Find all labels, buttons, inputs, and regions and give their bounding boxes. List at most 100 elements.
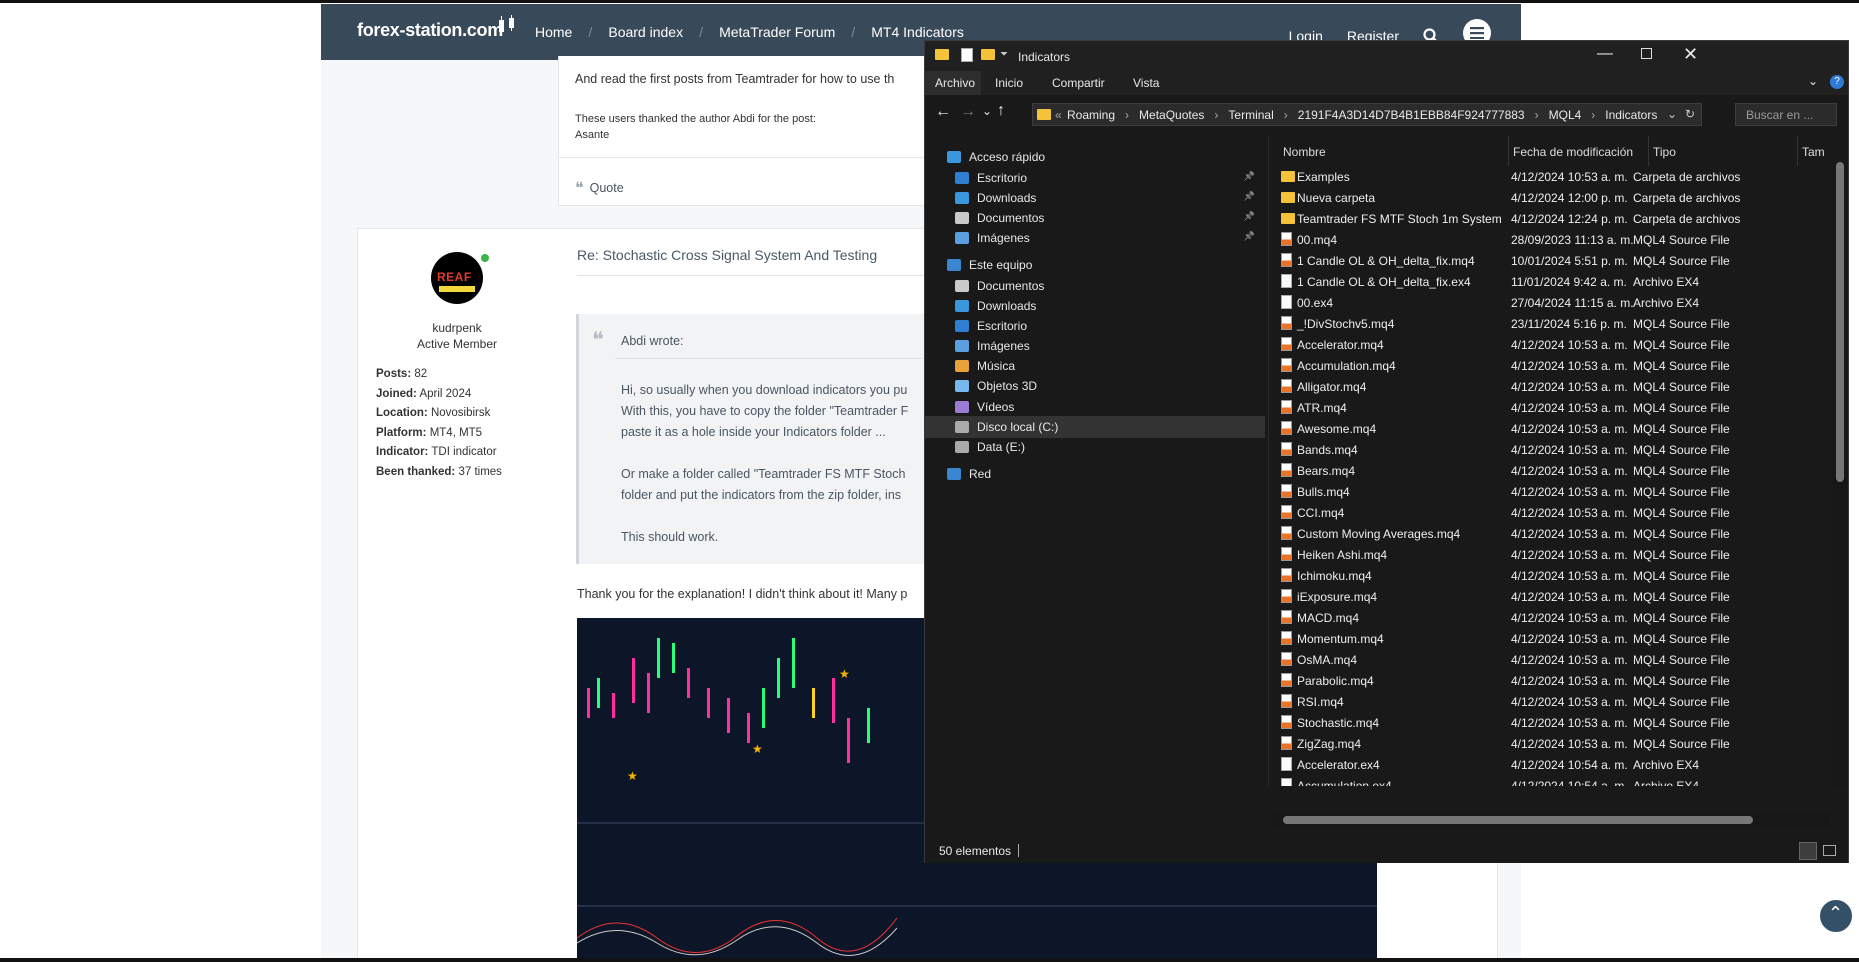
up-arrow-icon[interactable]: ↑: [997, 102, 1005, 120]
file-row[interactable]: Awesome.mq4 4/12/2024 10:53 a. m. MQL4 Sou…: [1281, 418, 1821, 439]
file-row[interactable]: Accelerator.ex4 4/12/2024 10:54 a. m. Arch…: [1281, 754, 1821, 775]
crumb-hash[interactable]: 2191F4A3D14D7B4B1EBB84F924777883: [1298, 108, 1525, 122]
scroll-to-top-button[interactable]: ⌃: [1818, 898, 1854, 934]
horizontal-scrollbar[interactable]: [1273, 813, 1830, 827]
nav-item-escritorio[interactable]: Escritorio: [925, 315, 1265, 337]
file-row[interactable]: Accelerator.mq4 4/12/2024 10:53 a. m. MQL4…: [1281, 334, 1821, 355]
qa-properties-icon[interactable]: [961, 48, 973, 62]
column-tamano[interactable]: Tam: [1797, 136, 1825, 166]
nav-item-imágenes[interactable]: Imágenes: [925, 335, 1265, 357]
nav-item-data-e-[interactable]: Data (E:): [925, 436, 1265, 458]
pin-icon[interactable]: 📌: [1244, 231, 1255, 242]
tab-archivo[interactable]: Archivo: [925, 71, 981, 95]
nav-item-vídeos[interactable]: Vídeos: [925, 396, 1265, 418]
file-row[interactable]: _!DivStochv5.mq4 23/11/2024 5:16 p. m. MQL…: [1281, 313, 1821, 334]
file-row[interactable]: iExposure.mq4 4/12/2024 10:53 a. m. MQL4 S…: [1281, 586, 1821, 607]
nav-item-acceso-rápido[interactable]: Acceso rápido: [925, 146, 1265, 168]
file-row[interactable]: RSI.mq4 4/12/2024 10:53 a. m. MQL4 Source …: [1281, 691, 1821, 712]
nav-item-disco-local-c-[interactable]: Disco local (C:): [925, 416, 1265, 438]
column-fecha[interactable]: Fecha de modificación: [1508, 136, 1633, 166]
forward-arrow-icon[interactable]: →: [960, 103, 976, 121]
post-title[interactable]: Re: Stochastic Cross Signal System And T…: [577, 247, 877, 263]
nav-item-objetos-3d[interactable]: Objetos 3D: [925, 375, 1265, 397]
file-row[interactable]: Accumulation.mq4 4/12/2024 10:53 a. m. MQL…: [1281, 355, 1821, 376]
file-row[interactable]: Teamtrader FS MTF Stoch 1m System 4/12/20…: [1281, 208, 1821, 229]
file-row[interactable]: Ichimoku.mq4 4/12/2024 10:53 a. m. MQL4 So…: [1281, 565, 1821, 586]
qa-new-folder-icon[interactable]: [981, 49, 995, 60]
path-overflow[interactable]: «: [1055, 108, 1062, 122]
nav-mt4-indicators[interactable]: MT4 Indicators: [851, 24, 964, 40]
avatar[interactable]: REAF: [431, 252, 483, 304]
crumb-indicators[interactable]: Indicators: [1605, 108, 1657, 122]
file-row[interactable]: Bands.mq4 4/12/2024 10:53 a. m. MQL4 Sourc…: [1281, 439, 1821, 460]
nav-item-música[interactable]: Música: [925, 355, 1265, 377]
pane-splitter[interactable]: [1268, 136, 1269, 786]
file-row[interactable]: Alligator.mq4 4/12/2024 10:53 a. m. MQL4 S…: [1281, 376, 1821, 397]
nav-item-downloads[interactable]: Downloads 📌: [925, 187, 1265, 209]
nav-item-documentos[interactable]: Documentos 📌: [925, 207, 1265, 229]
file-row[interactable]: 00.ex4 27/04/2024 11:15 a. m. Archivo EX4: [1281, 292, 1821, 313]
hscroll-thumb[interactable]: [1283, 816, 1753, 824]
file-row[interactable]: 1 Candle OL & OH_delta_fix.mq4 10/01/2024…: [1281, 250, 1821, 271]
maximize-button[interactable]: [1641, 48, 1652, 59]
nav-item-imágenes[interactable]: Imágenes 📌: [925, 227, 1265, 249]
column-tipo[interactable]: Tipo: [1648, 136, 1676, 166]
file-row[interactable]: Bears.mq4 4/12/2024 10:53 a. m. MQL4 Sourc…: [1281, 460, 1821, 481]
file-row[interactable]: MACD.mq4 4/12/2024 10:53 a. m. MQL4 Source…: [1281, 607, 1821, 628]
thanks-user[interactable]: Asante: [575, 129, 609, 141]
tiles-view-icon[interactable]: [1823, 845, 1836, 856]
file-row[interactable]: Bulls.mq4 4/12/2024 10:53 a. m. MQL4 Sourc…: [1281, 481, 1821, 502]
vertical-scrollbar[interactable]: [1833, 162, 1847, 787]
nav-item-documentos[interactable]: Documentos: [925, 275, 1265, 297]
file-row[interactable]: OsMA.mq4 4/12/2024 10:53 a. m. MQL4 Source…: [1281, 649, 1821, 670]
help-icon[interactable]: ?: [1830, 75, 1844, 89]
file-row[interactable]: Examples 4/12/2024 10:53 a. m. Carpeta de …: [1281, 166, 1821, 187]
search-input[interactable]: Buscar en ...: [1735, 103, 1837, 126]
file-row[interactable]: Parabolic.mq4 4/12/2024 10:53 a. m. MQL4 S…: [1281, 670, 1821, 691]
crumb-mql4[interactable]: MQL4: [1549, 108, 1582, 122]
column-nombre[interactable]: Nombre: [1283, 136, 1326, 166]
file-row[interactable]: CCI.mq4 4/12/2024 10:53 a. m. MQL4 Source …: [1281, 502, 1821, 523]
nav-home[interactable]: Home: [535, 24, 572, 40]
crumb-metaquotes[interactable]: MetaQuotes: [1139, 108, 1204, 122]
qa-dropdown-icon[interactable]: ⏷: [1000, 49, 1008, 60]
tab-inicio[interactable]: Inicio: [995, 76, 1023, 90]
nav-item-escritorio[interactable]: Escritorio 📌: [925, 167, 1265, 189]
file-row[interactable]: ATR.mq4 4/12/2024 10:53 a. m. MQL4 Source …: [1281, 397, 1821, 418]
ribbon-expand-icon[interactable]: ⌄: [1808, 74, 1818, 88]
file-row[interactable]: Stochastic.mq4 4/12/2024 10:53 a. m. MQL4 …: [1281, 712, 1821, 733]
tab-compartir[interactable]: Compartir: [1052, 76, 1105, 90]
nav-item-este-equipo[interactable]: Este equipo: [925, 254, 1265, 276]
file-row[interactable]: 1 Candle OL & OH_delta_fix.ex4 11/01/2024…: [1281, 271, 1821, 292]
file-row[interactable]: Nueva carpeta 4/12/2024 12:00 p. m. Carpet…: [1281, 187, 1821, 208]
crumb-terminal[interactable]: Terminal: [1228, 108, 1273, 122]
minimize-button[interactable]: —: [1597, 45, 1613, 63]
address-dropdown-icon[interactable]: ⌄: [1667, 107, 1677, 121]
close-button[interactable]: ✕: [1683, 44, 1698, 65]
file-row[interactable]: Accumulation.ex4 4/12/2024 10:54 a. m. Arc…: [1281, 775, 1821, 786]
recent-dropdown-icon[interactable]: ⌄: [982, 104, 992, 118]
pin-icon[interactable]: 📌: [1244, 211, 1255, 222]
username[interactable]: kudrpenk: [357, 321, 557, 335]
stat-indicator: Indicator: TDI indicator: [376, 446, 497, 458]
file-row[interactable]: ZigZag.mq4 4/12/2024 10:53 a. m. MQL4 Sour…: [1281, 733, 1821, 754]
file-row[interactable]: Custom Moving Averages.mq4 4/12/2024 10:5…: [1281, 523, 1821, 544]
site-logo[interactable]: forex-station.com: [357, 20, 503, 41]
nav-item-downloads[interactable]: Downloads: [925, 295, 1265, 317]
nav-item-red[interactable]: Red: [925, 463, 1265, 485]
file-row[interactable]: Momentum.mq4 4/12/2024 10:53 a. m. MQL4 So…: [1281, 628, 1821, 649]
scroll-thumb[interactable]: [1836, 162, 1844, 482]
tab-vista[interactable]: Vista: [1133, 76, 1159, 90]
pin-icon[interactable]: 📌: [1244, 171, 1255, 182]
nav-board-index[interactable]: Board index: [588, 24, 683, 40]
quote-button[interactable]: ❝ Quote: [575, 178, 624, 197]
file-row[interactable]: 00.mq4 28/09/2023 11:13 a. m. MQL4 Source …: [1281, 229, 1821, 250]
file-row[interactable]: Heiken Ashi.mq4 4/12/2024 10:53 a. m. MQL4…: [1281, 544, 1821, 565]
refresh-icon[interactable]: ↻: [1685, 107, 1695, 121]
address-bar[interactable]: « Roaming › MetaQuotes › Terminal › 2191F4A…: [1032, 103, 1702, 126]
back-arrow-icon[interactable]: ←: [935, 103, 951, 121]
nav-metatrader-forum[interactable]: MetaTrader Forum: [699, 24, 835, 40]
details-view-icon[interactable]: [1799, 842, 1817, 860]
pin-icon[interactable]: 📌: [1244, 191, 1255, 202]
crumb-roaming[interactable]: Roaming: [1067, 108, 1115, 122]
